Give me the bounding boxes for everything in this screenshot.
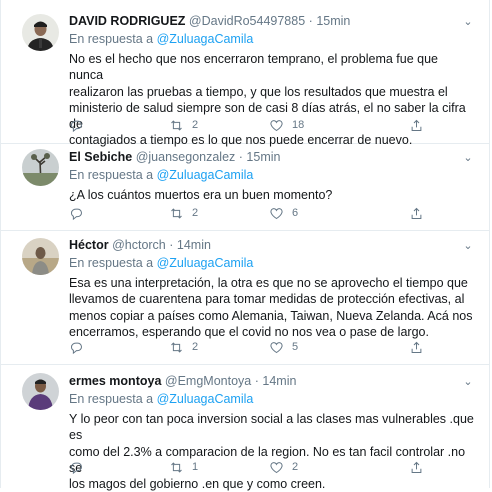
avatar-image-sebiche	[22, 149, 59, 186]
heart-icon	[270, 461, 283, 473]
tweet-actions: 2 6	[69, 204, 424, 222]
tweet-text: Esa es una interpretación, la otra es qu…	[69, 276, 473, 339]
reply-mention-link[interactable]: @ZuluagaCamila	[157, 32, 254, 46]
retweet-icon	[171, 207, 182, 219]
like-count: 6	[292, 207, 299, 219]
retweet-button[interactable]: 1	[169, 460, 269, 475]
reply-feed: DAVID RODRIGUEZ @DavidRo54497885 · 15min…	[0, 0, 490, 491]
tweet[interactable]: ermes montoya @EmgMontoya · 14min ⌄ En r…	[1, 364, 489, 491]
share-icon	[411, 461, 422, 473]
like-count: 5	[292, 341, 299, 353]
like-button[interactable]: 5	[269, 340, 369, 355]
separator-dot: ·	[308, 14, 313, 28]
reply-button[interactable]	[69, 460, 169, 475]
user-handle[interactable]: @DavidRo54497885	[189, 14, 305, 28]
reply-prefix: En respuesta a	[69, 32, 154, 46]
retweet-icon	[171, 341, 182, 353]
reply-icon	[71, 120, 82, 132]
retweet-icon	[171, 119, 182, 131]
share-button[interactable]	[409, 340, 424, 355]
avatar-image-hector	[22, 238, 59, 275]
retweet-count: 2	[192, 341, 199, 353]
like-button[interactable]: 6	[269, 206, 369, 221]
reply-context: En respuesta a @ZuluagaCamila	[69, 391, 475, 408]
chevron-down-icon[interactable]: ⌄	[461, 15, 475, 28]
display-name[interactable]: El Sebiche	[69, 150, 132, 164]
chevron-down-icon[interactable]: ⌄	[461, 151, 475, 164]
reply-button[interactable]	[69, 206, 169, 221]
avatar[interactable]	[22, 14, 59, 51]
retweet-count: 2	[192, 207, 199, 219]
tweet-header: DAVID RODRIGUEZ @DavidRo54497885 · 15min…	[69, 12, 475, 30]
reply-context: En respuesta a @ZuluagaCamila	[69, 31, 475, 48]
share-icon	[411, 207, 422, 219]
retweet-icon	[171, 461, 182, 473]
user-handle[interactable]: @juansegonzalez	[136, 150, 236, 164]
reply-icon	[71, 208, 82, 220]
retweet-count: 2	[192, 119, 199, 131]
timestamp[interactable]: 15min	[316, 14, 350, 28]
avatar-image-david	[22, 14, 59, 51]
display-name[interactable]: ermes montoya	[69, 374, 161, 388]
reply-button[interactable]	[69, 118, 169, 133]
like-count: 2	[292, 461, 299, 473]
tweet-actions: 2 18	[69, 116, 424, 134]
timestamp[interactable]: 14min	[177, 238, 211, 252]
tweet-header: Héctor @hctorch · 14min ⌄	[69, 236, 475, 254]
heart-icon	[270, 207, 283, 219]
user-handle[interactable]: @hctorch	[112, 238, 166, 252]
avatar[interactable]	[22, 149, 59, 186]
share-button[interactable]	[409, 460, 424, 475]
reply-mention-link[interactable]: @ZuluagaCamila	[157, 392, 254, 406]
timestamp[interactable]: 15min	[246, 150, 280, 164]
retweet-button[interactable]: 2	[169, 340, 269, 355]
reply-prefix: En respuesta a	[69, 392, 154, 406]
chevron-down-icon[interactable]: ⌄	[461, 375, 475, 388]
reply-context: En respuesta a @ZuluagaCamila	[69, 255, 475, 272]
share-icon	[411, 119, 422, 131]
heart-icon	[270, 119, 283, 131]
reply-icon	[71, 342, 82, 354]
like-button[interactable]: 18	[269, 118, 369, 133]
reply-button[interactable]	[69, 340, 169, 355]
share-button[interactable]	[409, 118, 424, 133]
reply-prefix: En respuesta a	[69, 256, 154, 270]
tweet-text: No es el hecho que nos encerraron tempra…	[69, 52, 466, 148]
reply-icon	[71, 462, 82, 474]
reply-context: En respuesta a @ZuluagaCamila	[69, 167, 475, 184]
separator-dot: ·	[238, 150, 243, 164]
tweet-text: ¿A los cuántos muertos era un buen momen…	[69, 188, 333, 202]
avatar[interactable]	[22, 373, 59, 410]
avatar[interactable]	[22, 238, 59, 275]
retweet-count: 1	[192, 461, 199, 473]
reply-mention-link[interactable]: @ZuluagaCamila	[157, 256, 254, 270]
reply-prefix: En respuesta a	[69, 168, 154, 182]
tweet-header: El Sebiche @juansegonzalez · 15min ⌄	[69, 148, 475, 166]
display-name[interactable]: DAVID RODRIGUEZ	[69, 14, 185, 28]
display-name[interactable]: Héctor	[69, 238, 109, 252]
retweet-button[interactable]: 2	[169, 206, 269, 221]
timestamp[interactable]: 14min	[262, 374, 296, 388]
reply-mention-link[interactable]: @ZuluagaCamila	[157, 168, 254, 182]
tweet-actions: 2 5	[69, 338, 424, 356]
like-button[interactable]: 2	[269, 460, 369, 475]
chevron-down-icon[interactable]: ⌄	[461, 239, 475, 252]
tweet-actions: 1 2	[69, 458, 424, 476]
avatar-image-ermes	[22, 373, 59, 410]
heart-icon	[270, 341, 283, 353]
retweet-button[interactable]: 2	[169, 118, 269, 133]
share-icon	[411, 341, 422, 353]
share-button[interactable]	[409, 206, 424, 221]
separator-dot: ·	[254, 374, 259, 388]
user-handle[interactable]: @EmgMontoya	[165, 374, 251, 388]
tweet[interactable]: El Sebiche @juansegonzalez · 15min ⌄ En …	[1, 143, 489, 231]
tweet[interactable]: DAVID RODRIGUEZ @DavidRo54497885 · 15min…	[1, 0, 489, 147]
tweet-header: ermes montoya @EmgMontoya · 14min ⌄	[69, 372, 475, 390]
tweet-text: Y lo peor con tan poca inversion social …	[69, 412, 474, 492]
separator-dot: ·	[169, 238, 174, 252]
tweet[interactable]: Héctor @hctorch · 14min ⌄ En respuesta a…	[1, 230, 489, 365]
like-count: 18	[292, 119, 305, 131]
